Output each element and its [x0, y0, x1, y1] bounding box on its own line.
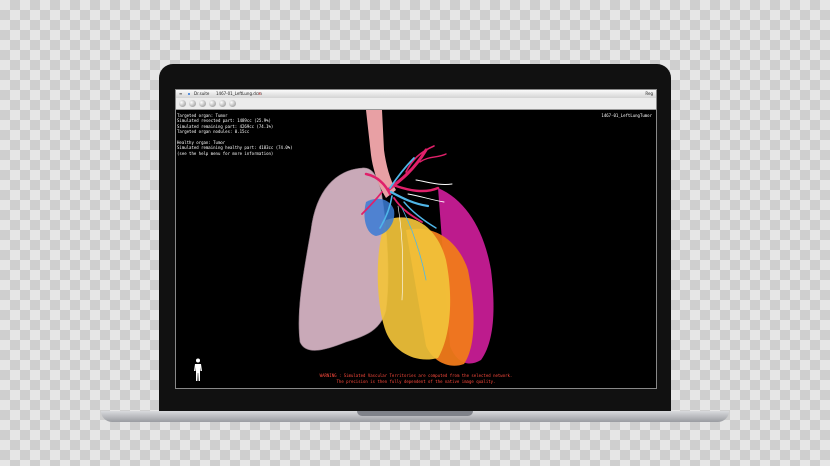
window-menu-icon[interactable]: ≡	[179, 90, 182, 98]
settings-icon[interactable]	[229, 100, 236, 107]
tab-favicon	[188, 93, 190, 95]
corner-label[interactable]: Reg	[645, 90, 653, 98]
3d-viewport[interactable]: Targeted organ: Tumor Simulated resected…	[176, 110, 656, 388]
layers-icon[interactable]	[219, 100, 226, 107]
tab-file-name[interactable]: 1467-01_LeftLung.dcm	[216, 90, 262, 98]
rotate-icon[interactable]	[199, 100, 206, 107]
zoom-icon[interactable]	[189, 100, 196, 107]
case-id-label: 1467-01_LeftLungTumor	[601, 113, 652, 118]
camera-icon[interactable]	[209, 100, 216, 107]
home-icon[interactable]	[179, 100, 186, 107]
laptop-notch	[357, 411, 473, 416]
stat-line: (see the help menu for more information)	[177, 150, 274, 156]
warning-line-1: WARNING : Simulated Vascular Territories…	[319, 373, 513, 378]
tab-close-icon[interactable]: ×	[258, 90, 261, 98]
viewer-window: ≡ Dr.suite 1467-01_LeftLung.dcm × Reg Ta…	[175, 89, 657, 389]
toolbar	[176, 98, 656, 110]
left-lung	[298, 167, 389, 351]
human-figure-icon[interactable]	[193, 358, 203, 382]
statistics-panel: Targeted organ: Tumor Simulated resected…	[177, 113, 293, 156]
warning-line-2: The precision is then fully dependent of…	[336, 379, 496, 384]
tab-app-name[interactable]: Dr.suite	[194, 90, 209, 98]
tab-bar: ≡ Dr.suite 1467-01_LeftLung.dcm × Reg	[176, 90, 656, 98]
